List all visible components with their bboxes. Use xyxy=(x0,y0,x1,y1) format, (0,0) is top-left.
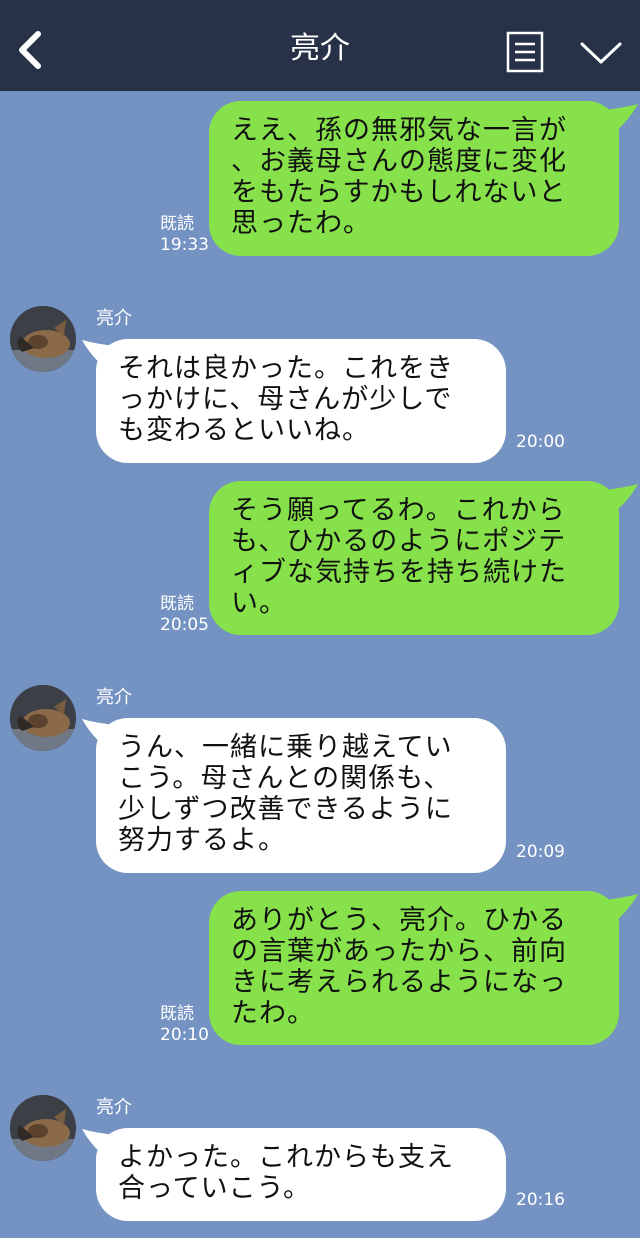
message-bubble-incoming[interactable]: それは良かった。これをき っかけに、母さんが少しで も変わるといいね。 xyxy=(96,339,506,463)
dog-avatar-icon xyxy=(10,306,76,372)
message-time: 20:16 xyxy=(516,1190,565,1210)
avatar[interactable] xyxy=(10,685,76,751)
menu-button[interactable] xyxy=(506,31,544,73)
dog-avatar-icon xyxy=(10,1095,76,1161)
message-bubble-outgoing[interactable]: ええ、孫の無邪気な一言が 、お義母さんの態度に変化 をもたらすかもしれないと 思… xyxy=(209,101,619,256)
avatar[interactable] xyxy=(10,306,76,372)
message-bubble-outgoing[interactable]: そう願ってるわ。これから も、ひかるのようにポジテ ィブな気持ちを持ち続けた い… xyxy=(209,481,619,635)
message-bubble-incoming[interactable]: よかった。これからも支え 合っていこう。 xyxy=(96,1128,506,1221)
chevron-down-icon xyxy=(580,42,622,64)
message-time: 20:00 xyxy=(516,432,565,452)
message-time: 20:09 xyxy=(516,842,565,862)
message-bubble-outgoing[interactable]: ありがとう、亮介。ひかる の言葉があったから、前向 きに考えられるようになっ た… xyxy=(209,891,619,1045)
sender-name: 亮介 xyxy=(96,308,132,329)
message-bubble-incoming[interactable]: うん、一緒に乗り越えてい こう。母さんとの関係も、 少しずつ改善できるように 努… xyxy=(96,718,506,873)
chat-header: 亮介 xyxy=(0,0,640,91)
dog-avatar-icon xyxy=(10,685,76,751)
read-receipt: 既読 20:05 xyxy=(160,594,209,635)
sender-name: 亮介 xyxy=(96,687,132,708)
bubble-tail xyxy=(604,894,638,924)
bubble-tail xyxy=(604,484,638,514)
sender-name: 亮介 xyxy=(96,1097,132,1118)
avatar[interactable] xyxy=(10,1095,76,1161)
bubble-tail xyxy=(604,104,638,134)
read-receipt: 既読 19:33 xyxy=(160,214,209,255)
read-receipt: 既読 20:10 xyxy=(160,1004,209,1045)
expand-button[interactable] xyxy=(578,36,624,70)
chat-title: 亮介 xyxy=(290,31,350,66)
list-icon xyxy=(506,31,544,73)
